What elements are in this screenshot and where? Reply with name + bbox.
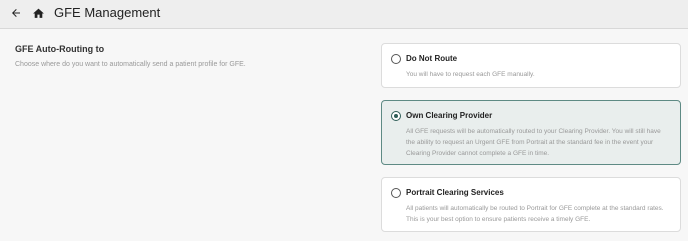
home-icon: [32, 8, 44, 18]
option-title: Do Not Route: [406, 54, 458, 63]
option-title: Own Clearing Provider: [406, 111, 493, 120]
top-bar: GFE Management: [0, 0, 688, 29]
radio-do-not-route[interactable]: [391, 54, 401, 64]
back-arrow-icon: [12, 9, 20, 17]
option-description: All patients will automatically be route…: [406, 205, 664, 223]
back-button[interactable]: [8, 5, 24, 21]
option-portrait-clearing-services[interactable]: Portrait Clearing Services All patients …: [381, 177, 681, 232]
home-button[interactable]: [30, 5, 46, 21]
option-own-clearing-provider[interactable]: Own Clearing Provider All GFE requests w…: [381, 100, 681, 165]
option-title: Portrait Clearing Services: [406, 188, 504, 197]
section-description: Choose where do you want to automaticall…: [15, 61, 246, 68]
option-description: All GFE requests will be automatically r…: [406, 128, 661, 157]
section-title: GFE Auto-Routing to: [15, 44, 105, 54]
option-description: You will have to request each GFE manual…: [406, 71, 535, 78]
page-title: GFE Management: [54, 5, 161, 20]
radio-selected-dot: [394, 114, 398, 118]
option-do-not-route[interactable]: Do Not Route You will have to request ea…: [381, 43, 681, 88]
radio-own-clearing-provider[interactable]: [391, 111, 401, 121]
radio-portrait-clearing-services[interactable]: [391, 188, 401, 198]
